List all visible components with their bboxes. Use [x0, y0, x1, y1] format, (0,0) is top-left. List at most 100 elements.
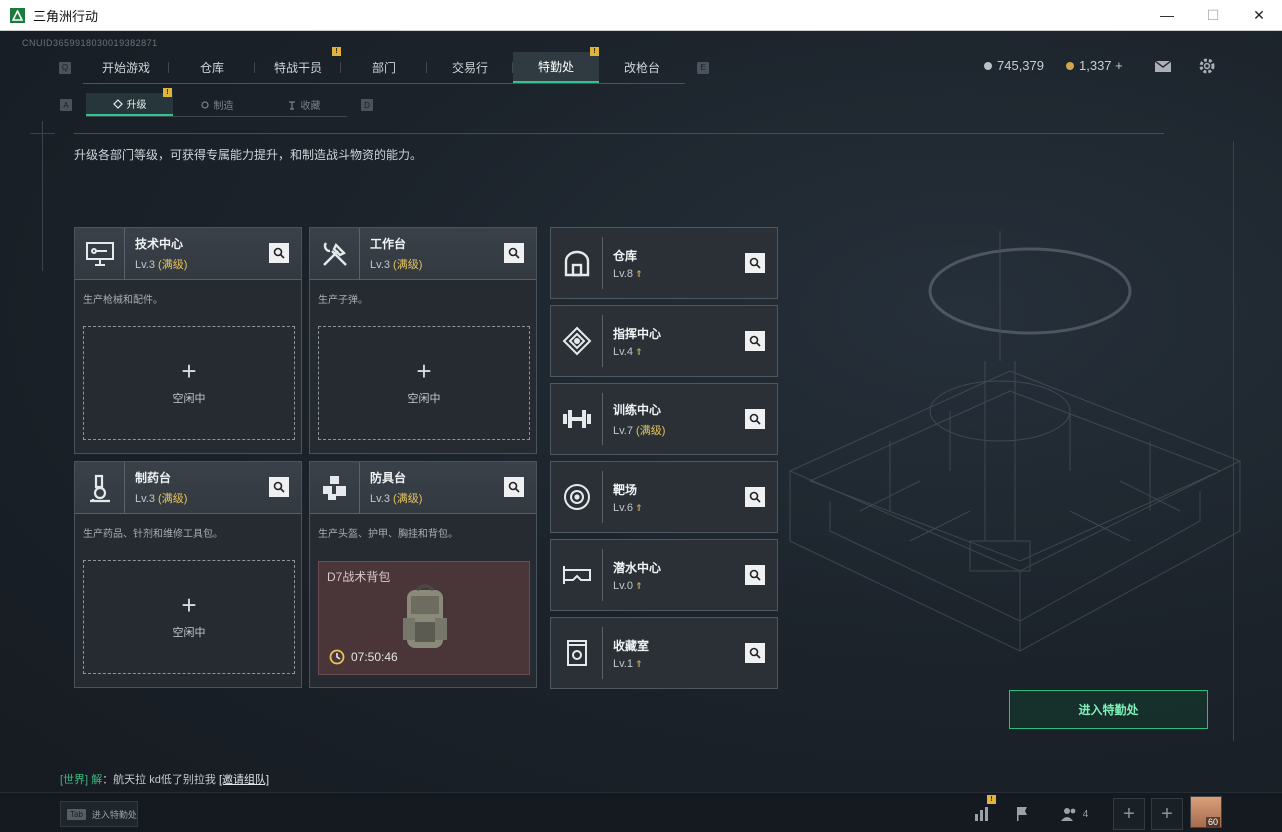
sub-nav: A 升级 ! 制造 收藏 D	[60, 88, 373, 117]
add-teammate-button[interactable]: +	[1151, 798, 1183, 830]
facility-schematic-illustration	[788, 231, 1242, 652]
inspect-button[interactable]	[745, 253, 765, 273]
silver-coin-icon	[984, 61, 992, 70]
enter-special-ops-button[interactable]: 进入特勤处	[1009, 690, 1208, 729]
tab-shortcut-hint[interactable]: Tab 进入特勤处	[60, 801, 138, 827]
player-uid: CNUID3659918030019382871	[22, 38, 158, 48]
notification-badge: !	[163, 88, 172, 97]
player-avatar[interactable]: 60	[1190, 796, 1222, 828]
chat-channel[interactable]: [世界]	[60, 774, 88, 786]
facility-level: Lv.8 ⇑	[613, 267, 643, 280]
gold-currency[interactable]: 1,337 +	[1066, 58, 1123, 73]
production-slot-empty[interactable]: + 空闲中	[83, 560, 295, 674]
window-title: 三角洲行动	[33, 8, 99, 24]
invite-team-link[interactable]: [邀请组队]	[219, 774, 269, 786]
plus-icon: +	[1123, 802, 1135, 825]
inspect-button[interactable]	[504, 243, 524, 263]
inspect-button[interactable]	[269, 477, 289, 497]
production-item-name: D7战术背包	[327, 570, 391, 584]
add-teammate-button[interactable]: +	[1113, 798, 1145, 830]
upgrade-arrow-icon: ⇑	[634, 658, 643, 669]
silver-currency[interactable]: 745,379	[984, 58, 1044, 73]
main-nav: Q 开始游戏 仓库 特战干员 ! 部门 交易行 特勤处 ! 改枪台 E	[59, 46, 709, 84]
search-icon	[749, 413, 761, 425]
workshop-card-pharmacy[interactable]: 制药台 Lv.3 (满级) 生产药品、针剂和维修工具包。 + 空闲中	[74, 461, 302, 688]
subtab-collection[interactable]: 收藏	[260, 93, 347, 116]
close-button[interactable]: ✕	[1236, 0, 1282, 31]
tab-warehouse[interactable]: 仓库	[169, 52, 255, 83]
facility-level: Lv.7 (满级)	[613, 424, 666, 437]
slot-status: 空闲中	[407, 393, 441, 405]
tab-department[interactable]: 部门	[341, 52, 427, 83]
subnav-next-key[interactable]: D	[361, 99, 373, 111]
inspect-button[interactable]	[745, 565, 765, 585]
friends-button[interactable]: 4	[1054, 798, 1094, 830]
page-description: 升级各部门等级，可获得专属能力提升，和制造战斗物资的能力。	[74, 148, 423, 162]
search-icon	[749, 335, 761, 347]
workshop-card-workbench[interactable]: 工作台 Lv.3 (满级) 生产子弹。 + 空闲中	[309, 227, 537, 454]
production-slot-empty[interactable]: + 空闲中	[83, 326, 295, 440]
production-slot-empty[interactable]: + 空闲中	[318, 326, 530, 440]
facility-card-training-center[interactable]: 训练中心 Lv.7 (满级)	[550, 383, 778, 455]
facility-name: 靶场	[613, 482, 638, 497]
flag-icon[interactable]	[1006, 798, 1038, 830]
search-icon	[749, 647, 761, 659]
tab-shortcut-label: 进入特勤处	[91, 809, 137, 820]
facility-level: Lv.4 ⇑	[613, 345, 643, 358]
inspect-button[interactable]	[745, 487, 765, 507]
inspect-button[interactable]	[745, 331, 765, 351]
inspect-button[interactable]	[745, 643, 765, 663]
facility-name: 训练中心	[613, 402, 662, 417]
minimize-button[interactable]: —	[1144, 0, 1190, 31]
facility-card-diving-center[interactable]: 潜水中心 Lv.0 ⇑	[550, 539, 778, 611]
workshop-description: 生产药品、针剂和维修工具包。	[83, 529, 223, 540]
inspect-button[interactable]	[504, 477, 524, 497]
settings-gear-icon[interactable]	[1197, 56, 1217, 76]
nav-prev-key[interactable]: Q	[59, 61, 71, 74]
workshop-description: 生产头盔、护甲、胸挂和背包。	[318, 529, 458, 540]
facility-card-shooting-range[interactable]: 靶场 Lv.6 ⇑	[550, 461, 778, 533]
microscope-icon	[75, 461, 125, 514]
facility-card-collection-room[interactable]: 收藏室 Lv.1 ⇑	[550, 617, 778, 689]
nav-next-key[interactable]: E	[697, 61, 709, 74]
tab-special-ops[interactable]: 特勤处 !	[513, 46, 599, 83]
workshop-card-tech-center[interactable]: 技术中心 Lv.3 (满级) 生产枪械和配件。 + 空闲中	[74, 227, 302, 454]
search-icon	[508, 247, 520, 259]
production-slot-active[interactable]: D7战术背包 07:50:46	[318, 561, 530, 675]
facility-name: 仓库	[613, 248, 638, 263]
tab-trading[interactable]: 交易行	[427, 52, 513, 83]
slot-status: 空闲中	[172, 393, 206, 405]
friends-icon	[1060, 808, 1076, 821]
game-stage: CNUID3659918030019382871 Q 开始游戏 仓库 特战干员 …	[0, 31, 1282, 832]
upgrade-arrow-icon: ⇑	[634, 268, 643, 279]
tab-operators[interactable]: 特战干员 !	[255, 46, 341, 83]
app-logo-icon	[10, 7, 25, 23]
friends-count: 4	[1082, 808, 1089, 820]
subtab-upgrade[interactable]: 升级 !	[86, 88, 173, 116]
mail-icon[interactable]	[1153, 56, 1173, 76]
workshop-card-armor-bench[interactable]: 防具台 Lv.3 (满级) 生产头盔、护甲、胸挂和背包。 D7战术背包 07:5…	[309, 461, 537, 688]
slot-status: 空闲中	[172, 627, 206, 639]
search-icon	[749, 491, 761, 503]
search-icon	[749, 569, 761, 581]
add-icon: +	[416, 356, 432, 386]
facility-name: 指挥中心	[613, 326, 662, 341]
chat-user[interactable]: 解	[91, 774, 102, 786]
monitor-icon	[75, 227, 125, 280]
frame-edge	[42, 121, 43, 271]
inspect-button[interactable]	[745, 409, 765, 429]
facility-name: 收藏室	[613, 638, 650, 653]
subtab-craft[interactable]: 制造	[173, 93, 260, 116]
maximize-button[interactable]: ☐	[1190, 0, 1236, 31]
upgrade-arrow-icon: ⇑	[634, 502, 643, 513]
stats-chart-icon[interactable]: !	[966, 795, 998, 830]
tab-gunsmith[interactable]: 改枪台	[599, 52, 685, 83]
subnav-prev-key[interactable]: A	[60, 99, 72, 111]
workshop-description: 生产枪械和配件。	[83, 295, 163, 306]
production-timer: 07:50:46	[329, 649, 398, 665]
facility-card-command-center[interactable]: 指挥中心 Lv.4 ⇑	[550, 305, 778, 377]
inspect-button[interactable]	[269, 243, 289, 263]
facility-card-warehouse[interactable]: 仓库 Lv.8 ⇑	[550, 227, 778, 299]
facility-level: Lv.6 ⇑	[613, 501, 643, 514]
tab-start-game[interactable]: 开始游戏	[83, 52, 169, 83]
